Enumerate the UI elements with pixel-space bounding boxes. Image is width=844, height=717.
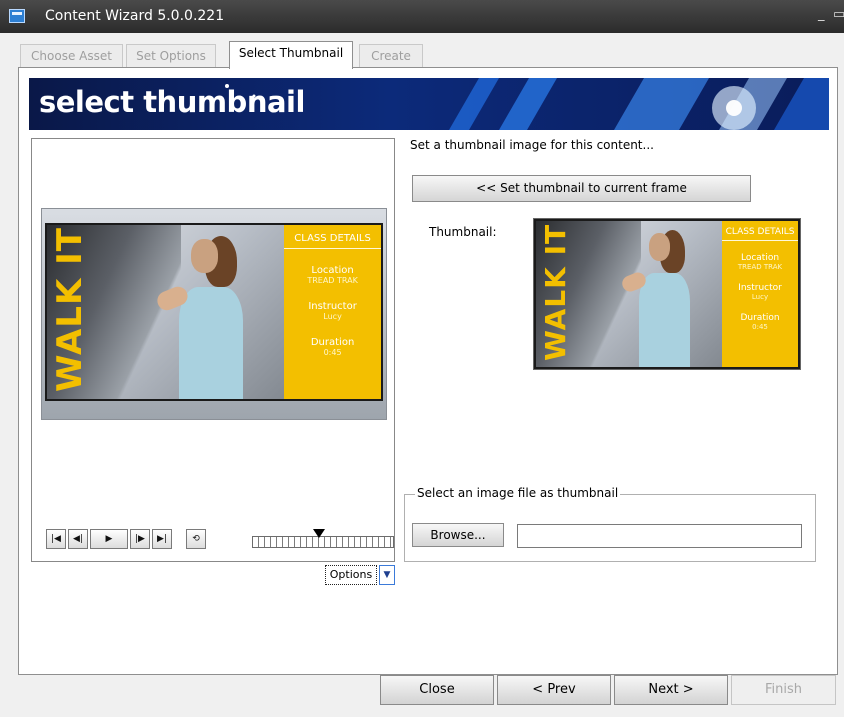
preview-location-label: Location — [311, 265, 354, 276]
seek-bar[interactable] — [252, 529, 394, 548]
browse-button[interactable]: Browse... — [412, 523, 504, 547]
image-file-group: Select an image file as thumbnail Browse… — [404, 486, 816, 562]
chevron-down-icon[interactable]: ▼ — [379, 565, 395, 585]
maximize-icon[interactable]: ▭ — [833, 7, 844, 22]
title-bar: Content Wizard 5.0.0.221 _ ▭ — [0, 0, 844, 33]
close-button[interactable]: Close — [380, 675, 494, 705]
thumb-duration-value: 0:45 — [752, 323, 768, 331]
tab-panel: select thumbnail WALK IT! CLASS DETAILS … — [18, 67, 838, 675]
options-button[interactable]: Options ▼ — [325, 565, 395, 585]
preview-duration-value: 0:45 — [323, 348, 342, 357]
prev-button[interactable]: < Prev — [497, 675, 611, 705]
tab-select-thumbnail[interactable]: Select Thumbnail — [229, 41, 353, 69]
preview-frame: WALK IT! CLASS DETAILS Location TREAD TR… — [41, 208, 387, 420]
page-banner: select thumbnail — [29, 78, 829, 130]
step-back-icon[interactable]: ◀| — [68, 529, 88, 549]
preview-details-heading: CLASS DETAILS — [284, 233, 381, 249]
thumb-duration-label: Duration — [740, 313, 780, 323]
preview-duration-label: Duration — [310, 337, 355, 348]
thumbnail-image: WALK IT! CLASS DETAILS Location TREAD TR… — [533, 218, 801, 370]
thumb-instructor-label: Instructor — [738, 283, 782, 293]
banner-title: select thumbnail — [39, 85, 305, 119]
tab-set-options[interactable]: Set Options — [126, 44, 216, 68]
skip-to-start-icon[interactable]: |◀ — [46, 529, 66, 549]
preview-location-value: TREAD TRAK — [307, 276, 358, 285]
thumb-location-label: Location — [740, 253, 780, 263]
step-forward-icon[interactable]: |▶ — [130, 529, 150, 549]
window-title: Content Wizard 5.0.0.221 — [45, 8, 225, 24]
preview-instructor-label: Instructor — [308, 301, 357, 312]
instruction-text: Set a thumbnail image for this content..… — [410, 138, 654, 152]
thumb-instructor-value: Lucy — [751, 293, 769, 301]
preview-instructor-value: Lucy — [323, 312, 342, 321]
options-label[interactable]: Options — [325, 565, 377, 585]
app-icon — [9, 9, 25, 23]
loop-icon[interactable]: ⟲ — [186, 529, 206, 549]
next-button[interactable]: Next > — [614, 675, 728, 705]
tab-choose-asset[interactable]: Choose Asset — [20, 44, 123, 68]
preview-headline: WALK IT! — [50, 223, 91, 393]
thumb-headline: WALK IT! — [538, 219, 572, 362]
window-body: Choose Asset Set Options Select Thumbnai… — [0, 33, 844, 717]
thumbnail-label: Thumbnail: — [429, 225, 497, 239]
tab-create[interactable]: Create — [359, 44, 423, 68]
set-thumbnail-current-frame-button[interactable]: << Set thumbnail to current frame — [412, 175, 751, 202]
image-file-group-legend: Select an image file as thumbnail — [415, 486, 621, 500]
seek-thumb[interactable] — [313, 529, 325, 538]
minimize-icon[interactable]: _ — [818, 7, 825, 22]
finish-button[interactable]: Finish — [731, 675, 836, 705]
thumb-location-value: TREAD TRAK — [737, 263, 783, 271]
preview-image: WALK IT! CLASS DETAILS Location TREAD TR… — [45, 223, 383, 401]
play-icon[interactable]: ▶ — [90, 529, 128, 549]
thumb-details-heading: CLASS DETAILS — [722, 227, 798, 241]
preview-pane: WALK IT! CLASS DETAILS Location TREAD TR… — [31, 138, 395, 562]
image-path-input[interactable] — [517, 524, 802, 548]
skip-to-end-icon[interactable]: ▶| — [152, 529, 172, 549]
